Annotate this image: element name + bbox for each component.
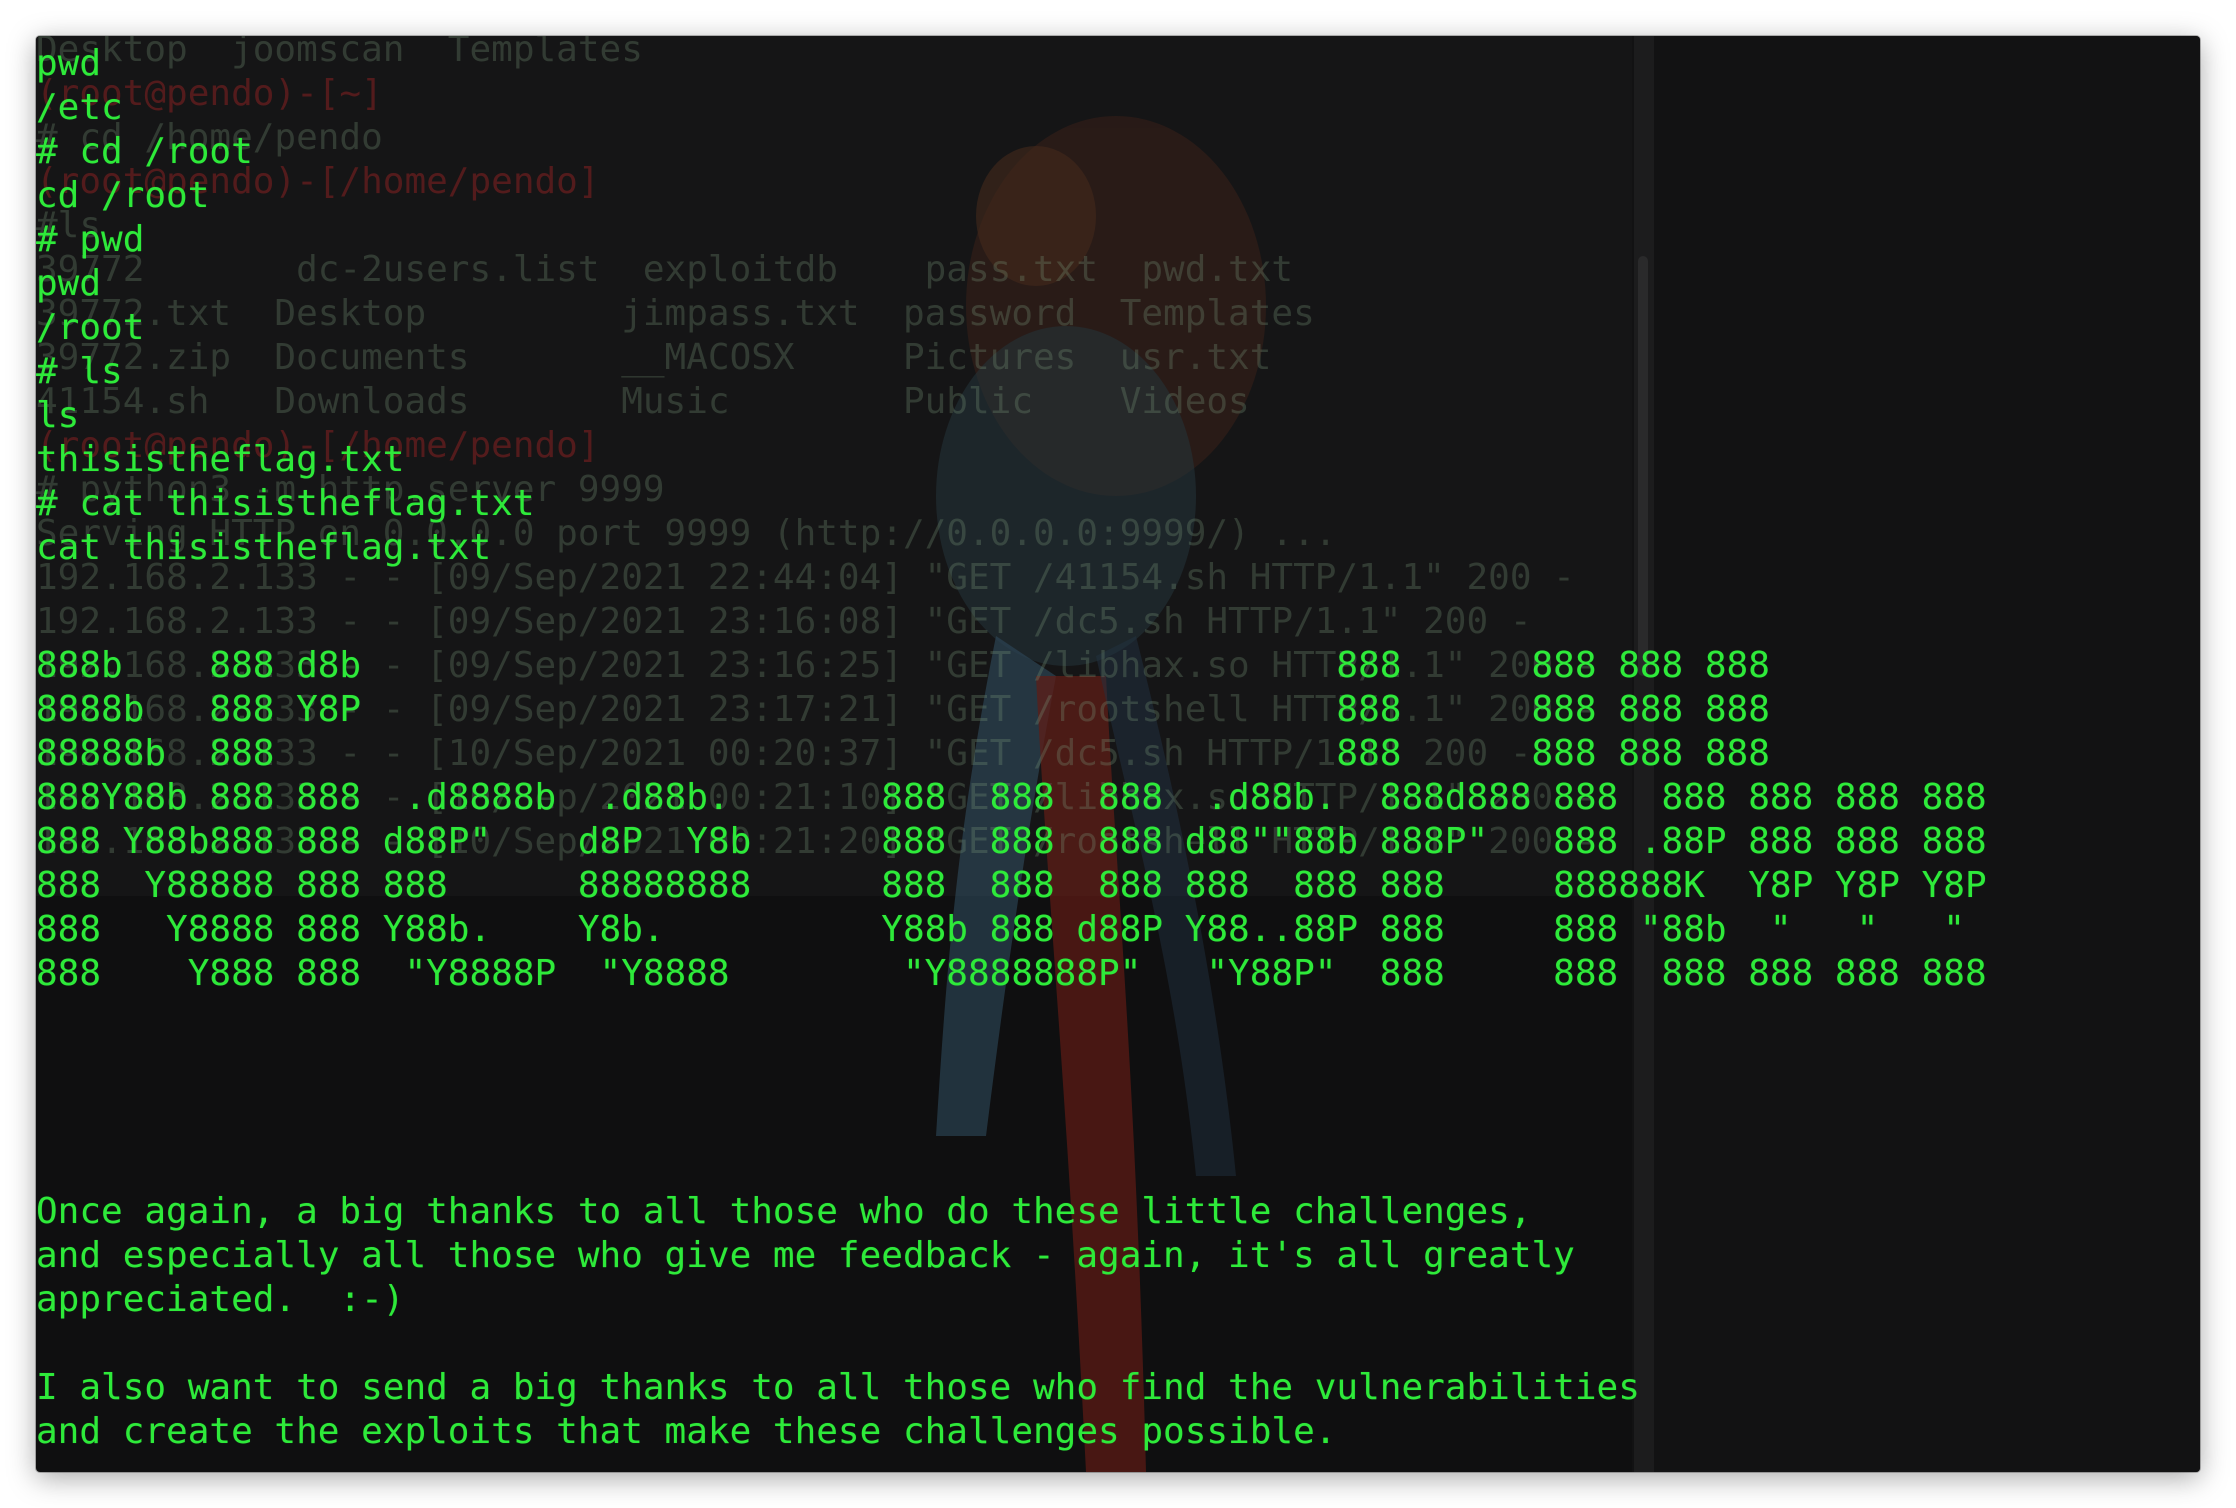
terminal-line: # cat thisistheflag.txt xyxy=(36,483,535,524)
terminal-line: pwd xyxy=(36,263,102,304)
terminal-line: ls xyxy=(36,395,80,436)
terminal-line: cat thisistheflag.txt xyxy=(36,527,492,568)
banner-line: 88888b 888 888 888 888 888 xyxy=(36,733,1770,774)
terminal-line: pwd xyxy=(36,43,102,84)
message-line: I also want to send a big thanks to all … xyxy=(36,1367,1640,1408)
message-line: and create the exploits that make these … xyxy=(36,1411,1337,1452)
history-line: 39772.zip Documents __MACOSX Pictures us… xyxy=(36,337,1272,378)
terminal-line: # cd /root xyxy=(36,131,253,172)
banner-line: 8888b 888 Y8P 888 888 888 888 xyxy=(36,689,1770,730)
banner-line: 888 Y88b888 888 d88P" d8P Y8b 888 888 88… xyxy=(36,821,1987,862)
history-line: 39772.txt Desktop jimpass.txt password T… xyxy=(36,293,1315,334)
banner-line: 888 Y888 888 "Y8888P "Y8888 "Y8888888P" … xyxy=(36,953,1987,994)
banner-line: 888 Y8888 888 Y88b. Y8b. Y88b 888 d88P Y… xyxy=(36,909,1965,950)
terminal-line: /root xyxy=(36,307,145,348)
banner-line: 888Y88b 888 888 .d8888b .d88b. 888 888 8… xyxy=(36,777,1987,818)
terminal-line: # ls xyxy=(36,351,123,392)
scrollbar-thumb[interactable] xyxy=(1638,256,1648,676)
history-line: 41154.sh Downloads Music Public Videos xyxy=(36,381,1250,422)
history-line: Desktop joomscan Templates xyxy=(36,36,643,70)
history-line: 192.168.2.133 - - [09/Sep/2021 23:16:08]… xyxy=(36,601,1532,642)
message-line: Once again, a big thanks to all those wh… xyxy=(36,1191,1532,1232)
terminal-line: cd /root xyxy=(36,175,210,216)
terminal-line: /etc xyxy=(36,87,123,128)
terminal-line: # pwd xyxy=(36,219,145,260)
banner-line: 888b 888 d8b 888 888 888 888 xyxy=(36,645,1770,686)
terminal-window[interactable]: Desktop joomscan Templates (root@pendo)-[… xyxy=(36,36,2200,1472)
message-line: appreciated. :-) xyxy=(36,1279,405,1320)
banner-line: 888 Y88888 888 888 88888888 888 888 888 … xyxy=(36,865,1987,906)
history-line: 39772 dc-2users.list exploitdb pass.txt … xyxy=(36,249,1294,290)
message-line: and especially all those who give me fee… xyxy=(36,1235,1575,1276)
terminal-line: thisistheflag.txt xyxy=(36,439,405,480)
